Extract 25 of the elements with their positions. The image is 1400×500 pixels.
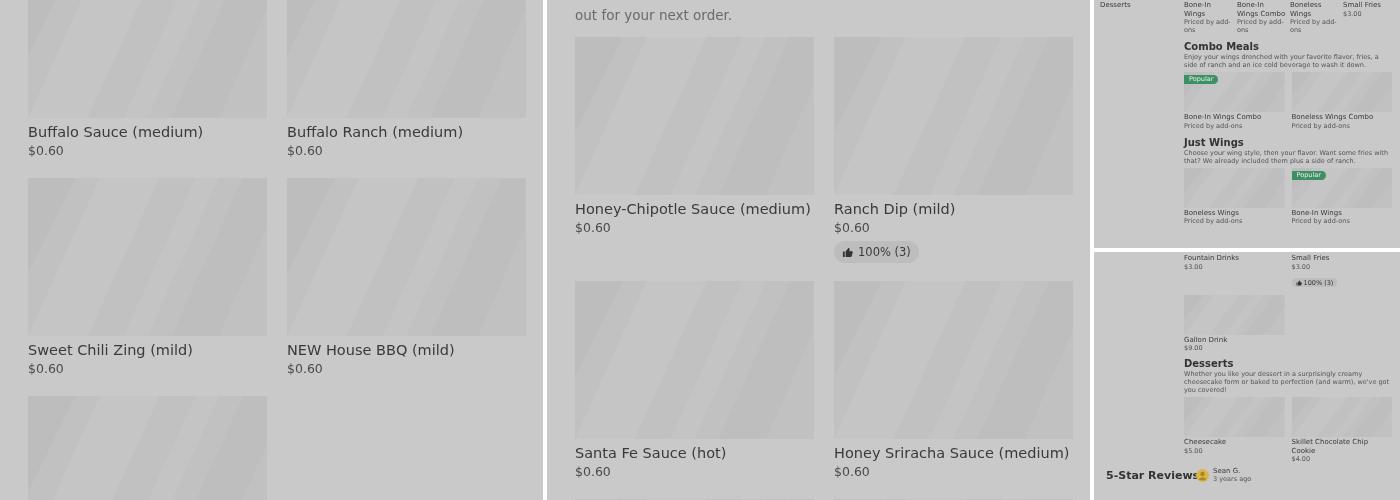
avatar-icon [1196, 468, 1209, 482]
section-heading: Desserts [1184, 358, 1235, 370]
reviews-heading: 5-Star Reviews [1105, 469, 1201, 483]
item-name[interactable]: Buffalo Sauce (medium) [28, 122, 267, 142]
item-name[interactable]: Honey-Chipotle Sauce (medium) [575, 199, 814, 219]
item-price: $0.60 [28, 360, 65, 378]
thumbs-up-icon [842, 246, 853, 258]
rating-text: 100% (3) [858, 245, 911, 259]
item-price: $0.60 [28, 142, 65, 160]
section-heading: Just Wings [1184, 136, 1245, 149]
item-price: $0.60 [834, 463, 871, 481]
item-price: $0.60 [287, 142, 324, 160]
item-price: $0.60 [575, 463, 612, 481]
item-name[interactable]: Sweet Chili Zing (mild) [28, 340, 267, 360]
item-name[interactable]: Santa Fe Sauce (hot) [575, 443, 814, 463]
item-name[interactable]: NEW House BBQ (mild) [287, 340, 526, 360]
item-price: $0.60 [287, 360, 324, 378]
thumbs-up-icon [1295, 279, 1302, 286]
item-name[interactable]: Buffalo Ranch (medium) [287, 122, 526, 142]
section-heading: Combo Meals [1184, 41, 1260, 53]
category-description: out for your next order. [575, 6, 734, 25]
item-price: $0.60 [834, 219, 871, 237]
item-name[interactable]: Ranch Dip (mild) [834, 199, 1073, 219]
item-name[interactable]: Honey Sriracha Sauce (medium) [834, 443, 1073, 463]
item-price: $0.60 [575, 219, 612, 237]
